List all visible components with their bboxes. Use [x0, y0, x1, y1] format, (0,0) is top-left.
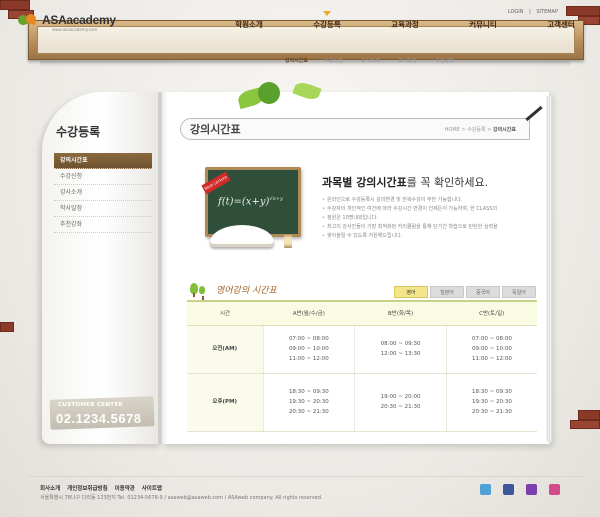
table-cell: 19:00 ~ 20:00 20:30 ~ 21:30 [354, 373, 447, 432]
me2day-icon[interactable] [549, 484, 560, 495]
login-link[interactable]: LOGIN [508, 9, 524, 15]
time-label: 오전(AM) [187, 325, 263, 374]
chalkboard-formula: f(t)=(x+y)√n+y [218, 196, 283, 208]
brick-decoration [566, 6, 600, 16]
customer-center-label: CUSTOMER CENTER [58, 402, 123, 408]
language-tabs: 영어 일본어 중국어 독일어 [392, 286, 536, 298]
footer-info: 서울특별시 78나구 다리동 123번지 Tel. 01234-5678-9 /… [40, 495, 323, 501]
customer-center-phone: 02.1234.5678 [56, 411, 142, 426]
table-row: 오전(AM) 07:00 ~ 08:00 09:00 ~ 10:00 11:00 ~… [187, 325, 537, 374]
logo[interactable]: ASAacademy [16, 13, 116, 27]
brick-decoration [0, 322, 14, 332]
table-cell: 07:00 ~ 08:00 09:00 ~ 10:00 11:00 ~ 12:00 [262, 325, 355, 374]
gnb-item-community[interactable]: 커뮤니티 [444, 19, 522, 30]
table-header: A반(월/수/금) [263, 300, 355, 326]
tab-chinese[interactable]: 중국어 [466, 286, 500, 298]
hero-bullet: 온라인으로 수강등록시 강의변경 및 반복수강이 무한 가능합니다. [322, 196, 537, 205]
facebook-icon[interactable] [503, 484, 514, 495]
table-cell: 18:30 ~ 09:30 19:30 ~ 20:30 20:30 ~ 21:30 [445, 373, 537, 432]
side-nav-item-calendar[interactable]: 학사일정 [54, 201, 152, 217]
hero-bullets: 온라인으로 수강등록시 강의변경 및 반복수강이 무한 가능합니다. 수강자의 … [322, 196, 537, 241]
side-title: 수강등록 [56, 125, 101, 139]
side-nav-item-apply[interactable]: 수강신청 [54, 169, 152, 185]
brick-decoration [578, 410, 600, 420]
footer-link-about[interactable]: 회사소개 [40, 486, 60, 492]
logo-url: www.asaacademy.com [52, 27, 98, 32]
table-header: C반(토/일) [446, 300, 537, 326]
hero-bullet: 최고의 강사진들이 가장 최적화된 커리큘럼을 통해 단기간 학습으로 탄탄한 … [322, 223, 537, 232]
footer-links: 회사소개 개인정보취급방침 이용약관 사이트맵 [40, 484, 167, 492]
time-label: 오후(PM) [187, 373, 263, 432]
side-nav-item-teachers[interactable]: 강사소개 [54, 185, 152, 201]
gnb-item-courses[interactable]: 교육과정 [366, 19, 444, 30]
tree-icon [190, 279, 206, 300]
leaf-logo-icon [16, 13, 40, 27]
book-spine [158, 92, 168, 444]
breadcrumb-separator: > [461, 127, 466, 133]
side-nav-item-recommend[interactable]: 추천강좌 [54, 217, 152, 233]
hourglass-icon [284, 234, 292, 248]
table-header: 시간 [187, 300, 263, 326]
hero-bullet: 수강자의 개인적인 여건에 따라 수강시간 변경이 언제든지 가능하며, 한 C… [322, 205, 537, 214]
breadcrumb-separator: > [487, 127, 492, 133]
sitemap-link[interactable]: SITEMAP [536, 9, 558, 15]
global-nav: 학원소개 수강등록 교육과정 커뮤니티 고객센터 [210, 11, 600, 30]
schedule-title: 영어강의 시간표 [216, 286, 277, 296]
social-links [468, 484, 560, 495]
book-left-page [42, 92, 162, 444]
gnb-item-about[interactable]: 학원소개 [210, 19, 288, 30]
footer-link-sitemap[interactable]: 사이트맵 [142, 486, 162, 492]
table-header-row: 시간 A반(월/수/금) B반(화/목) C반(토/일) [187, 300, 537, 326]
book-page-edges [546, 96, 552, 442]
table-header: B반(화/목) [354, 300, 447, 326]
util-nav: LOGIN | SITEMAP [506, 9, 560, 15]
page-title: 강의시간표 [190, 123, 241, 136]
schedule-table: 시간 A반(월/수/금) B반(화/목) C반(토/일) 오전(AM) 07:0… [187, 300, 537, 432]
util-separator: | [529, 9, 531, 15]
brick-decoration [570, 420, 600, 429]
tab-japanese[interactable]: 일본어 [430, 286, 464, 298]
tab-german[interactable]: 독일어 [502, 286, 536, 298]
yahoo-icon[interactable] [526, 484, 537, 495]
header-inner [37, 26, 575, 54]
leaf-decoration-icon [236, 79, 328, 112]
breadcrumb-section[interactable]: 수강등록 [467, 127, 485, 133]
hero-title: 과목별 강의시간표를 꼭 확인하세요. [322, 176, 489, 189]
breadcrumb-home[interactable]: HOME [445, 127, 460, 133]
footer-link-terms[interactable]: 이용약관 [115, 486, 135, 492]
hero-bullet: 쌓아올릴 수 있도록 지원해드립니다. [322, 232, 537, 241]
tab-english[interactable]: 영어 [394, 286, 428, 298]
breadcrumb: HOME > 수강등록 > 강의시간표 [445, 126, 516, 133]
brick-decoration [0, 0, 30, 10]
gnb-item-support[interactable]: 고객센터 [522, 19, 600, 30]
gnb-item-registration[interactable]: 수강등록 [288, 11, 366, 30]
twitter-icon[interactable] [480, 484, 491, 495]
table-row: 오후(PM) 18:30 ~ 09:30 19:30 ~ 20:30 20:30 ~… [187, 373, 537, 432]
table-cell: 07:00 ~ 08:00 09:00 ~ 10:00 11:00 ~ 12:00 [445, 325, 537, 374]
logo-text: ASAacademy [42, 13, 116, 27]
hero-bullet: 정원은 10명내외입니다. [322, 214, 537, 223]
header-shadow [40, 61, 570, 67]
side-nav-item-schedule[interactable]: 강의시간표 [54, 153, 152, 169]
footer-link-privacy[interactable]: 개인정보취급방침 [67, 486, 107, 492]
breadcrumb-current: 강의시간표 [492, 127, 516, 133]
table-cell: 18:30 ~ 09:30 19:30 ~ 20:30 20:30 ~ 21:30 [262, 373, 355, 432]
footer-divider [28, 476, 584, 477]
side-nav: 강의시간표 수강신청 강사소개 학사일정 추천강좌 [54, 153, 152, 233]
table-cell: 08:00 ~ 09:30 12:00 ~ 13:30 [354, 325, 447, 374]
